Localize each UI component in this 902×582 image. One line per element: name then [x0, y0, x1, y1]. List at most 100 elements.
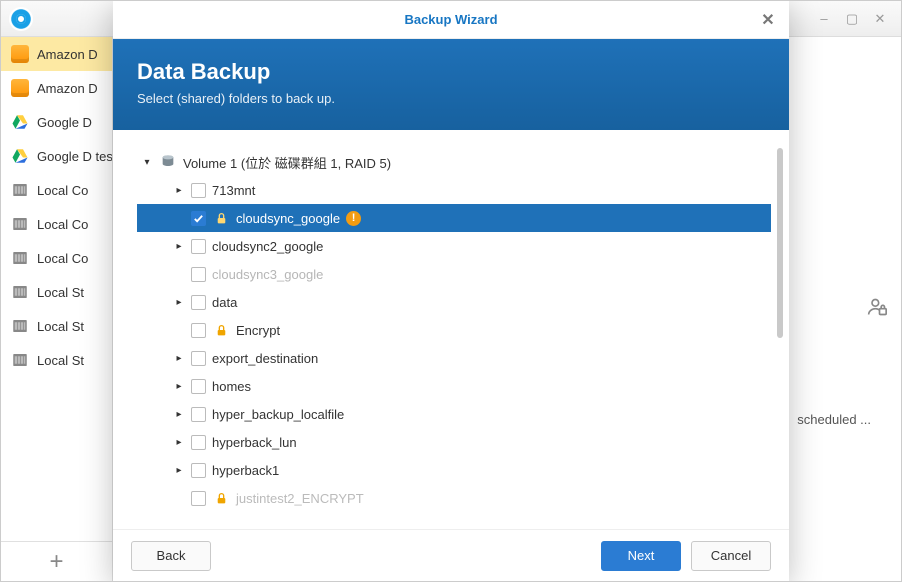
tree-folder-row[interactable]: ▸713mnt	[137, 176, 771, 204]
sidebar-item-label: Google D	[37, 115, 92, 130]
folder-checkbox[interactable]	[191, 351, 206, 366]
sidebar-item-label: Local Co	[37, 183, 88, 198]
close-icon: ✕	[761, 10, 774, 30]
tree-node-label: cloudsync2_google	[212, 239, 323, 254]
modal-subheading: Select (shared) folders to back up.	[137, 91, 765, 106]
plus-icon: +	[49, 548, 63, 576]
scrollbar-thumb[interactable]	[777, 148, 783, 338]
sidebar-item[interactable]: Local St	[1, 343, 112, 377]
tree-node-label: cloudsync3_google	[212, 267, 323, 282]
modal-heading: Data Backup	[137, 59, 765, 85]
modal-title: Backup Wizard	[404, 12, 497, 27]
window-close-button[interactable]: ✕	[867, 8, 893, 30]
tree-node-label: cloudsync_google	[236, 211, 340, 226]
tree-volume-root[interactable]: ▾ Volume 1 (位於 磁碟群組 1, RAID 5)	[137, 148, 771, 176]
storage-icon	[11, 283, 29, 301]
app-logo-icon	[9, 7, 33, 31]
next-button[interactable]: Next	[601, 541, 681, 571]
storage-icon	[11, 249, 29, 267]
modal-footer: Back Next Cancel	[113, 529, 789, 581]
user-lock-icon[interactable]	[867, 297, 887, 322]
folder-checkbox[interactable]	[191, 323, 206, 338]
tree-folder-row[interactable]: ▸ hyperback_lun	[137, 428, 771, 456]
cancel-button[interactable]: Cancel	[691, 541, 771, 571]
storage-icon	[11, 215, 29, 233]
folder-checkbox[interactable]	[191, 379, 206, 394]
tree-folder-row[interactable]: ▸ hyper_backup_localfile	[137, 400, 771, 428]
folder-checkbox[interactable]	[191, 295, 206, 310]
warning-badge-icon: !	[346, 211, 361, 226]
folder-checkbox[interactable]	[191, 183, 206, 198]
sidebar-item-label: Google D test	[37, 149, 112, 164]
sidebar-item-label: Local St	[37, 285, 84, 300]
lock-icon	[212, 321, 230, 339]
chevron-right-icon[interactable]: ▸	[173, 408, 185, 420]
folder-checkbox[interactable]	[191, 435, 206, 450]
scheduled-status-text: scheduled ...	[797, 412, 871, 427]
tree-node-label: hyper_backup_localfile	[212, 407, 344, 422]
folder-checkbox[interactable]	[191, 211, 206, 226]
chevron-right-icon[interactable]: ▸	[173, 464, 185, 476]
minimize-button[interactable]: –	[811, 8, 837, 30]
chevron-right-icon[interactable]: ▸	[173, 380, 185, 392]
folder-tree-panel: ▾Volume 1 (位於 磁碟群組 1, RAID 5)▸713mnt▸clo…	[113, 130, 789, 529]
modal-titlebar: Backup Wizard ✕	[113, 1, 789, 39]
tree-node-label: Volume 1 (位於 磁碟群組 1, RAID 5)	[183, 153, 391, 172]
backup-wizard-modal: Backup Wizard ✕ Data Backup Select (shar…	[113, 1, 789, 581]
sidebar-item[interactable]: Google D test	[1, 139, 112, 173]
tree-folder-row[interactable]: ▸justintest2_ENCRYPT	[137, 484, 771, 512]
sidebar-item-label: Local Co	[37, 251, 88, 266]
tree-folder-row[interactable]: ▸ cloudsync2_google	[137, 232, 771, 260]
sidebar-item[interactable]: Amazon D	[1, 37, 112, 71]
tree-node-label: hyperback_lun	[212, 435, 297, 450]
back-button[interactable]: Back	[131, 541, 211, 571]
maximize-button[interactable]: ▢	[839, 8, 865, 30]
lock-icon	[212, 489, 230, 507]
tree-folder-row[interactable]: ▸ homes	[137, 372, 771, 400]
google-drive-icon	[11, 147, 29, 165]
sidebar-item-label: Amazon D	[37, 81, 98, 96]
tree-node-label: Encrypt	[236, 323, 280, 338]
folder-checkbox[interactable]	[191, 239, 206, 254]
tree-folder-row: ▸cloudsync3_google	[137, 260, 771, 288]
lock-icon	[212, 209, 230, 227]
tree-node-label: data	[212, 295, 237, 310]
modal-close-button[interactable]: ✕	[755, 7, 781, 33]
sidebar-item-label: Local St	[37, 319, 84, 334]
tree-folder-row[interactable]: ▸Encrypt	[137, 316, 771, 344]
sidebar-item[interactable]: Amazon D	[1, 71, 112, 105]
tree-folder-row[interactable]: ▸ data	[137, 288, 771, 316]
chevron-down-icon[interactable]: ▾	[141, 156, 153, 168]
sidebar-item-label: Amazon D	[37, 47, 98, 62]
tree-node-label: export_destination	[212, 351, 318, 366]
sidebar-item[interactable]: Local St	[1, 309, 112, 343]
sidebar-item[interactable]: Local Co	[1, 241, 112, 275]
chevron-right-icon[interactable]: ▸	[173, 296, 185, 308]
sidebar-item[interactable]: Local St	[1, 275, 112, 309]
tree-node-label: homes	[212, 379, 251, 394]
sidebar-item[interactable]: Local Co	[1, 173, 112, 207]
folder-checkbox[interactable]	[191, 491, 206, 506]
storage-icon	[11, 351, 29, 369]
sidebar-item-label: Local Co	[37, 217, 88, 232]
folder-checkbox[interactable]	[191, 463, 206, 478]
chevron-right-icon[interactable]: ▸	[173, 436, 185, 448]
sidebar-item[interactable]: Local Co	[1, 207, 112, 241]
google-drive-icon	[11, 113, 29, 131]
add-target-button[interactable]: +	[1, 541, 112, 581]
amazon-icon	[11, 45, 29, 63]
chevron-right-icon[interactable]: ▸	[173, 352, 185, 364]
sidebar-item-label: Local St	[37, 353, 84, 368]
sidebar-item[interactable]: Google D	[1, 105, 112, 139]
amazon-icon	[11, 79, 29, 97]
storage-icon	[11, 181, 29, 199]
tree-folder-row[interactable]: ▸cloudsync_google!	[137, 204, 771, 232]
chevron-right-icon[interactable]: ▸	[173, 184, 185, 196]
folder-checkbox[interactable]	[191, 407, 206, 422]
folder-checkbox	[191, 267, 206, 282]
tree-node-label: hyperback1	[212, 463, 279, 478]
tree-folder-row[interactable]: ▸ export_destination	[137, 344, 771, 372]
modal-header: Data Backup Select (shared) folders to b…	[113, 39, 789, 130]
chevron-right-icon[interactable]: ▸	[173, 240, 185, 252]
tree-folder-row[interactable]: ▸ hyperback1	[137, 456, 771, 484]
